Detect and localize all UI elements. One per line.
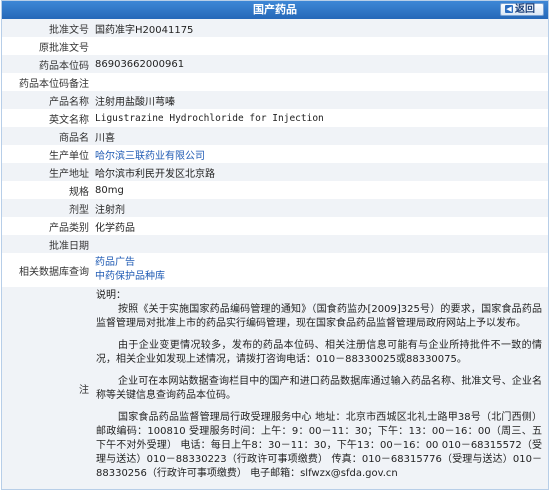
row-manufacturer: 生产单位 哈尔滨三联药业有限公司	[2, 145, 548, 163]
row-original-approval-number: 原批准文号	[2, 37, 548, 55]
notes-paragraph: 由于企业变更情况较多，发布的药品本位码、相关注册信息可能有与企业所持批件不一致的…	[96, 340, 542, 365]
drug-info-table: 批准文号 国药准字H20041175 原批准文号 药品本位码 869036620…	[2, 19, 548, 489]
page-title: 国产药品	[253, 3, 297, 16]
row-manufacturer-address: 生产地址 哈尔滨市利民开发区北京路	[2, 163, 548, 181]
field-value: 注射剂	[92, 199, 548, 217]
drug-ads-link[interactable]: 药品广告	[95, 257, 135, 268]
field-label: 批准文号	[2, 19, 92, 37]
field-value	[92, 73, 548, 91]
notes-paragraph: 按照《关于实施国家药品编码管理的通知》（国食药监办[2009]325号）的要求，…	[96, 304, 542, 329]
panel-header: 国产药品 ◀ 返回	[2, 1, 548, 19]
row-drug-code: 药品本位码 86903662000961	[2, 55, 548, 73]
notes-paragraph: 国家食品药品监督管理局行政受理服务中心 地址：北京市西城区北礼士路甲38号（北门…	[96, 412, 542, 479]
field-label: 药品本位码备注	[2, 73, 92, 91]
row-approval-number: 批准文号 国药准字H20041175	[2, 19, 548, 37]
row-specification: 规格 80mg	[2, 181, 548, 199]
field-label: 规格	[2, 181, 92, 199]
field-label: 药品本位码	[2, 55, 92, 73]
row-dosage-form: 剂型 注射剂	[2, 199, 548, 217]
field-label: 原批准文号	[2, 37, 92, 55]
field-label: 相关数据库查询	[2, 253, 92, 287]
row-product-name: 产品名称 注射用盐酸川芎嗪	[2, 91, 548, 109]
notes-content: 说明： 按照《关于实施国家药品编码管理的通知》（国食药监办[2009]325号）…	[92, 287, 548, 489]
field-value: 川喜	[92, 127, 548, 145]
back-button-label: 返回	[515, 4, 535, 15]
field-label: 商品名	[2, 127, 92, 145]
row-related-databases: 相关数据库查询 药品广告 中药保护品种库	[2, 253, 548, 287]
manufacturer-link[interactable]: 哈尔滨三联药业有限公司	[95, 151, 205, 162]
field-label: 生产地址	[2, 163, 92, 181]
field-value: 哈尔滨市利民开发区北京路	[92, 163, 548, 181]
field-label: 注	[2, 287, 92, 489]
tcm-protected-varieties-link[interactable]: 中药保护品种库	[95, 271, 165, 282]
row-product-category: 产品类别 化学药品	[2, 217, 548, 235]
row-notes: 注 说明： 按照《关于实施国家药品编码管理的通知》（国食药监办[2009]325…	[2, 287, 548, 489]
notes-heading: 说明：	[96, 290, 126, 301]
field-label: 产品类别	[2, 217, 92, 235]
row-english-name: 英文名称 Ligustrazine Hydrochloride for Inje…	[2, 109, 548, 127]
field-value: 80mg	[92, 181, 548, 199]
notes-paragraph: 企业可在本网站数据查询栏目中的国产和进口药品数据库通过输入药品名称、批准文号、企…	[96, 376, 542, 401]
field-value: 国药准字H20041175	[92, 19, 548, 37]
field-value: 86903662000961	[92, 55, 548, 73]
field-value: 注射用盐酸川芎嗪	[92, 91, 548, 109]
drug-detail-panel: 国产药品 ◀ 返回 批准文号 国药准字H20041175 原批准文号 药品本位码 …	[1, 0, 549, 490]
field-value	[92, 37, 548, 55]
back-button[interactable]: ◀ 返回	[500, 3, 544, 16]
field-label: 剂型	[2, 199, 92, 217]
row-trade-name: 商品名 川喜	[2, 127, 548, 145]
field-label: 生产单位	[2, 145, 92, 163]
field-value: 化学药品	[92, 217, 548, 235]
field-value	[92, 235, 548, 253]
field-label: 产品名称	[2, 91, 92, 109]
back-arrow-icon: ◀	[505, 5, 513, 13]
field-value: Ligustrazine Hydrochloride for Injection	[92, 109, 548, 127]
field-label: 批准日期	[2, 235, 92, 253]
field-label: 英文名称	[2, 109, 92, 127]
row-approval-date: 批准日期	[2, 235, 548, 253]
row-drug-code-remark: 药品本位码备注	[2, 73, 548, 91]
